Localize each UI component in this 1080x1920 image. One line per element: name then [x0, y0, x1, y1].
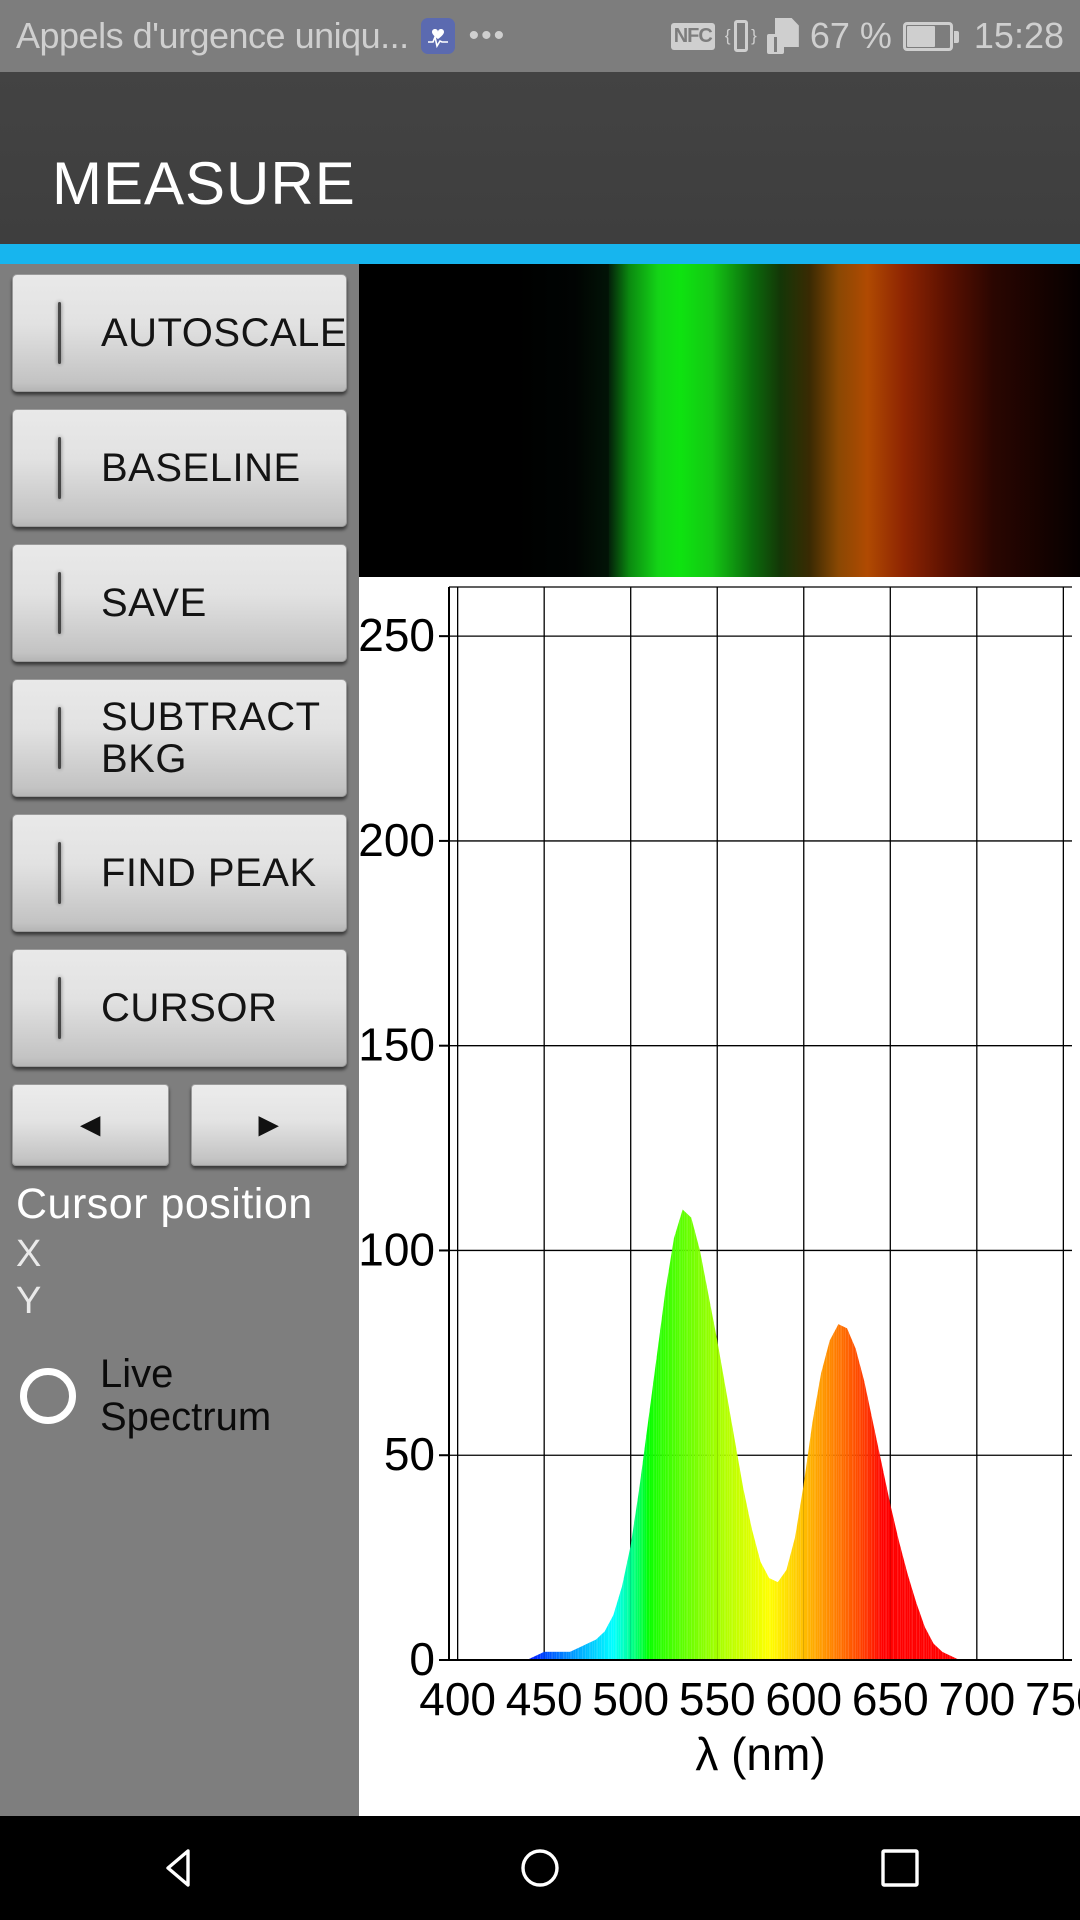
save-button[interactable]: SAVE — [12, 544, 347, 662]
svg-text:450: 450 — [506, 1673, 583, 1725]
overflow-dots-icon: ••• — [468, 19, 507, 52]
svg-text:600: 600 — [765, 1673, 842, 1725]
carrier-label: Appels d'urgence uniqu... — [16, 15, 409, 56]
save-button-label: SAVE — [101, 581, 207, 625]
button-tick-icon — [58, 842, 61, 904]
page-title: MEASURE — [52, 150, 356, 217]
measurement-panel: 050100150200250400450500550600650700750λ… — [359, 264, 1080, 1816]
recents-square-icon[interactable] — [872, 1840, 928, 1896]
content-area: AUTOSCALE BASELINE SAVE SUBTRACT BKG FIN… — [0, 264, 1080, 1816]
svg-text:550: 550 — [679, 1673, 756, 1725]
svg-text:200: 200 — [359, 814, 435, 866]
button-tick-icon — [58, 707, 61, 769]
find-peak-button[interactable]: FIND PEAK — [12, 814, 347, 932]
arrow-right-icon: ► — [251, 1105, 286, 1144]
svg-text:λ (nm): λ (nm) — [695, 1728, 825, 1780]
cursor-step-controls: ◄ ► — [12, 1084, 347, 1166]
back-triangle-icon[interactable] — [152, 1840, 208, 1896]
cursor-button-label: CURSOR — [101, 986, 278, 1030]
status-right-icons: NFC {} 67 % 15:28 — [670, 15, 1064, 57]
svg-text:500: 500 — [592, 1673, 669, 1725]
vibrate-icon: {} — [725, 17, 757, 55]
cursor-x-label: X — [16, 1233, 42, 1275]
svg-text:100: 100 — [359, 1223, 435, 1275]
svg-text:250: 250 — [359, 609, 435, 661]
battery-icon — [902, 21, 959, 51]
svg-text:650: 650 — [852, 1673, 929, 1725]
status-left-icons: ••• — [420, 18, 671, 54]
svg-text:50: 50 — [384, 1428, 435, 1480]
find-peak-button-label: FIND PEAK — [101, 851, 317, 895]
svg-text:400: 400 — [419, 1673, 496, 1725]
sim-card-alert-icon — [766, 18, 799, 54]
screen-root: Appels d'urgence uniqu... ••• NFC {} 67 … — [0, 0, 1080, 1920]
subtract-bkg-button[interactable]: SUBTRACT BKG — [12, 679, 347, 797]
cursor-button[interactable]: CURSOR — [12, 949, 347, 1067]
home-circle-icon[interactable] — [512, 1840, 568, 1896]
spectrum-camera-image — [359, 264, 1080, 577]
live-spectrum-label: Live Spectrum — [100, 1352, 272, 1440]
heart-rate-icon — [420, 18, 455, 54]
svg-text:750: 750 — [1025, 1673, 1080, 1725]
button-tick-icon — [58, 302, 61, 364]
live-spectrum-toggle[interactable]: Live Spectrum — [20, 1353, 347, 1439]
android-navigation-bar — [0, 1816, 1080, 1920]
baseline-button[interactable]: BASELINE — [12, 409, 347, 527]
spectrum-plot[interactable]: 050100150200250400450500550600650700750λ… — [359, 577, 1080, 1816]
svg-text:700: 700 — [938, 1673, 1015, 1725]
clock-label: 15:28 — [973, 15, 1064, 56]
sidebar: AUTOSCALE BASELINE SAVE SUBTRACT BKG FIN… — [0, 264, 359, 1816]
button-tick-icon — [58, 977, 61, 1039]
cursor-position-title: Cursor position — [16, 1180, 313, 1228]
cursor-next-button[interactable]: ► — [190, 1084, 347, 1166]
cursor-prev-button[interactable]: ◄ — [12, 1084, 169, 1166]
button-tick-icon — [58, 572, 61, 634]
baseline-button-label: BASELINE — [101, 446, 301, 490]
battery-percent-label: 67 % — [809, 15, 892, 56]
autoscale-button-label: AUTOSCALE — [101, 311, 348, 355]
arrow-left-icon: ◄ — [73, 1105, 108, 1144]
subtract-bkg-button-label: SUBTRACT BKG — [101, 695, 320, 781]
svg-text:150: 150 — [359, 1019, 435, 1071]
app-bar: MEASURE — [0, 72, 1080, 244]
cursor-y-label: Y — [16, 1280, 42, 1323]
radio-button-icon[interactable] — [20, 1368, 76, 1425]
autoscale-button[interactable]: AUTOSCALE — [12, 274, 347, 392]
nfc-icon: NFC — [670, 22, 715, 50]
status-bar: Appels d'urgence uniqu... ••• NFC {} 67 … — [0, 0, 1080, 72]
button-tick-icon — [58, 437, 61, 499]
accent-bar — [0, 244, 1080, 264]
